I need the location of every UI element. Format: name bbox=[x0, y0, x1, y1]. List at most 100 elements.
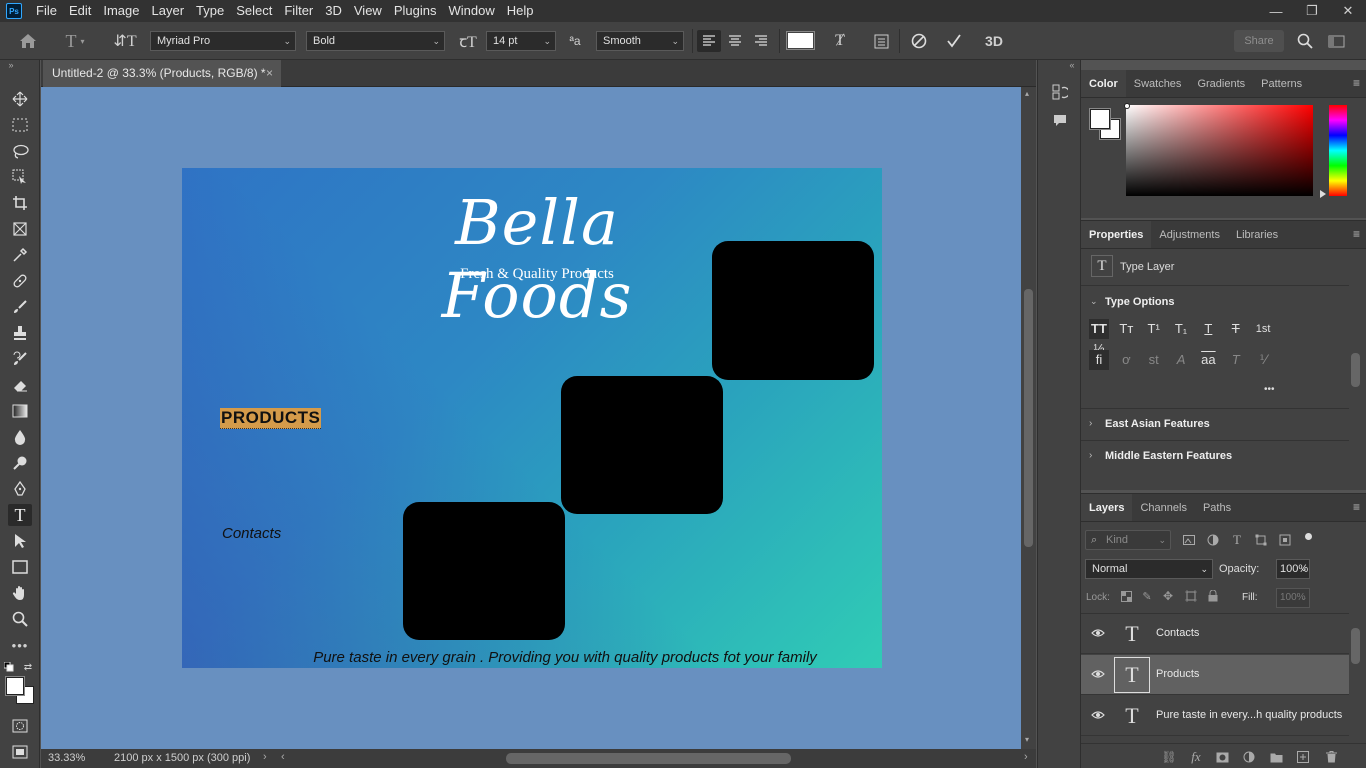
vertical-scrollbar[interactable]: ▴ ▾ bbox=[1021, 87, 1036, 749]
type-tool-icon[interactable]: T bbox=[8, 504, 32, 526]
horizontal-scroll-thumb[interactable] bbox=[506, 753, 791, 764]
menu-image[interactable]: Image bbox=[97, 0, 145, 22]
filter-shape-icon[interactable] bbox=[1253, 532, 1269, 548]
new-adjustment-layer-icon[interactable] bbox=[1241, 749, 1257, 765]
blur-tool-icon[interactable] bbox=[8, 426, 32, 448]
menu-3d[interactable]: 3D bbox=[319, 0, 348, 22]
products-heading[interactable]: PRODUCTS bbox=[220, 408, 322, 429]
menu-layer[interactable]: Layer bbox=[146, 0, 191, 22]
font-size-select[interactable]: 14 pt ⌄ bbox=[486, 31, 556, 51]
contacts-text[interactable]: Contacts bbox=[222, 525, 281, 542]
scroll-down-icon[interactable]: ▾ bbox=[1025, 735, 1029, 744]
visibility-eye-icon[interactable] bbox=[1091, 708, 1105, 722]
hue-slider-handle[interactable] bbox=[1320, 190, 1326, 198]
brush-tool-icon[interactable] bbox=[8, 296, 32, 318]
minimize-window-button[interactable]: — bbox=[1258, 0, 1294, 22]
filter-type-icon[interactable]: T bbox=[1229, 532, 1245, 548]
dodge-tool-icon[interactable] bbox=[8, 452, 32, 474]
strikethrough-icon[interactable]: T bbox=[1226, 319, 1246, 339]
tab-adjustments[interactable]: Adjustments bbox=[1151, 221, 1228, 248]
text-orientation-icon[interactable]: ⇵T bbox=[113, 30, 136, 52]
document-tab[interactable]: Untitled-2 @ 33.3% (Products, RGB/8) * × bbox=[43, 60, 281, 87]
color-field[interactable] bbox=[1126, 105, 1313, 196]
hue-slider[interactable] bbox=[1329, 105, 1347, 196]
tab-paths[interactable]: Paths bbox=[1195, 494, 1239, 521]
scroll-right-icon[interactable]: › bbox=[1024, 751, 1028, 763]
more-options-icon[interactable]: ••• bbox=[1264, 384, 1275, 395]
superscript-icon[interactable]: T¹ bbox=[1144, 319, 1164, 339]
color-fg-swatch[interactable] bbox=[1089, 108, 1111, 130]
brand-title[interactable]: Bella Foods bbox=[372, 186, 702, 332]
old-style-icon[interactable]: ⅟ bbox=[1253, 350, 1273, 370]
menu-window[interactable]: Window bbox=[442, 0, 500, 22]
cancel-edits-icon[interactable] bbox=[908, 30, 930, 52]
swash-icon[interactable]: A bbox=[1171, 350, 1191, 370]
east-asian-features-section[interactable]: East Asian Features bbox=[1105, 418, 1210, 430]
swap-colors-icon[interactable]: ⇄ bbox=[22, 662, 34, 673]
menu-edit[interactable]: Edit bbox=[63, 0, 97, 22]
middle-eastern-features-section[interactable]: Middle Eastern Features bbox=[1105, 450, 1232, 462]
layer-style-icon[interactable]: fx bbox=[1188, 749, 1204, 765]
history-panel-icon[interactable] bbox=[1050, 82, 1070, 102]
add-mask-icon[interactable] bbox=[1214, 749, 1230, 765]
frame-tool-icon[interactable] bbox=[8, 218, 32, 240]
warp-text-icon[interactable]: Ⱦ bbox=[829, 30, 851, 52]
scroll-up-icon[interactable]: ▴ bbox=[1025, 89, 1029, 98]
filter-smart-object-icon[interactable] bbox=[1277, 532, 1293, 548]
text-color-swatch[interactable] bbox=[786, 31, 815, 50]
pen-tool-icon[interactable] bbox=[8, 478, 32, 500]
product-image-placeholder-2[interactable] bbox=[561, 376, 723, 514]
object-selection-tool-icon[interactable] bbox=[8, 166, 32, 188]
lock-artboard-icon[interactable] bbox=[1184, 589, 1198, 603]
stylistic-alternates-icon[interactable]: aa bbox=[1198, 350, 1218, 370]
tab-gradients[interactable]: Gradients bbox=[1189, 70, 1253, 97]
path-selection-tool-icon[interactable] bbox=[8, 530, 32, 552]
blend-mode-select[interactable]: Normal ⌄ bbox=[1085, 559, 1213, 579]
collapse-dock-icon[interactable]: « bbox=[1066, 60, 1078, 70]
rectangle-tool-icon[interactable] bbox=[8, 556, 32, 578]
color-picker-handle[interactable] bbox=[1124, 103, 1130, 109]
chevron-right-icon[interactable]: › bbox=[1089, 450, 1092, 461]
screen-mode-icon[interactable] bbox=[8, 741, 32, 763]
3d-button[interactable]: 3D bbox=[982, 30, 1006, 52]
character-panel-icon[interactable] bbox=[871, 30, 891, 52]
layer-row-products[interactable]: T Products bbox=[1081, 655, 1349, 695]
all-caps-icon[interactable]: TT bbox=[1089, 319, 1109, 339]
menu-plugins[interactable]: Plugins bbox=[388, 0, 443, 22]
filter-pixel-icon[interactable] bbox=[1181, 532, 1197, 548]
scroll-left-icon[interactable]: ‹ bbox=[281, 751, 285, 763]
layer-filter-select[interactable]: ⌕ Kind ⌄ bbox=[1085, 530, 1171, 550]
lasso-tool-icon[interactable] bbox=[8, 140, 32, 162]
layer-name[interactable]: Products bbox=[1156, 668, 1199, 680]
product-image-placeholder-3[interactable] bbox=[403, 502, 565, 640]
close-window-button[interactable]: ✕ bbox=[1330, 0, 1366, 22]
chevron-down-icon[interactable]: ⌄ bbox=[1300, 563, 1308, 574]
gradient-tool-icon[interactable] bbox=[8, 400, 32, 422]
workspace-icon[interactable] bbox=[1325, 30, 1347, 52]
type-options-header[interactable]: Type Options bbox=[1105, 296, 1174, 308]
canvas-area[interactable]: Bella Foods Fresh & Quality Products PRO… bbox=[41, 87, 1021, 749]
home-icon[interactable] bbox=[16, 30, 40, 52]
clone-stamp-tool-icon[interactable] bbox=[8, 322, 32, 344]
align-left-icon[interactable] bbox=[697, 30, 721, 52]
menu-file[interactable]: File bbox=[30, 0, 63, 22]
chevron-right-icon[interactable]: › bbox=[1089, 418, 1092, 429]
discretionary-ligatures-icon[interactable]: st bbox=[1144, 350, 1164, 370]
layers-scroll-thumb[interactable] bbox=[1351, 628, 1360, 664]
close-tab-icon[interactable]: × bbox=[266, 60, 273, 87]
menu-help[interactable]: Help bbox=[501, 0, 540, 22]
history-brush-tool-icon[interactable] bbox=[8, 348, 32, 370]
lock-all-icon[interactable] bbox=[1206, 589, 1220, 603]
commit-edits-icon[interactable] bbox=[943, 30, 965, 52]
underline-icon[interactable]: T bbox=[1198, 319, 1218, 339]
vertical-scroll-thumb[interactable] bbox=[1024, 289, 1033, 547]
restore-window-button[interactable]: ❐ bbox=[1294, 0, 1330, 22]
small-caps-icon[interactable]: Tт bbox=[1116, 319, 1136, 339]
visibility-eye-icon[interactable] bbox=[1091, 667, 1105, 681]
font-family-select[interactable]: Myriad Pro ⌄ bbox=[150, 31, 296, 51]
tab-properties[interactable]: Properties bbox=[1081, 221, 1152, 248]
tagline-text[interactable]: Fresh & Quality Products bbox=[382, 266, 692, 283]
move-tool-icon[interactable] bbox=[8, 88, 32, 110]
artboard[interactable]: Bella Foods Fresh & Quality Products PRO… bbox=[182, 168, 882, 668]
slogan-text[interactable]: Pure taste in every grain . Providing yo… bbox=[182, 649, 882, 666]
